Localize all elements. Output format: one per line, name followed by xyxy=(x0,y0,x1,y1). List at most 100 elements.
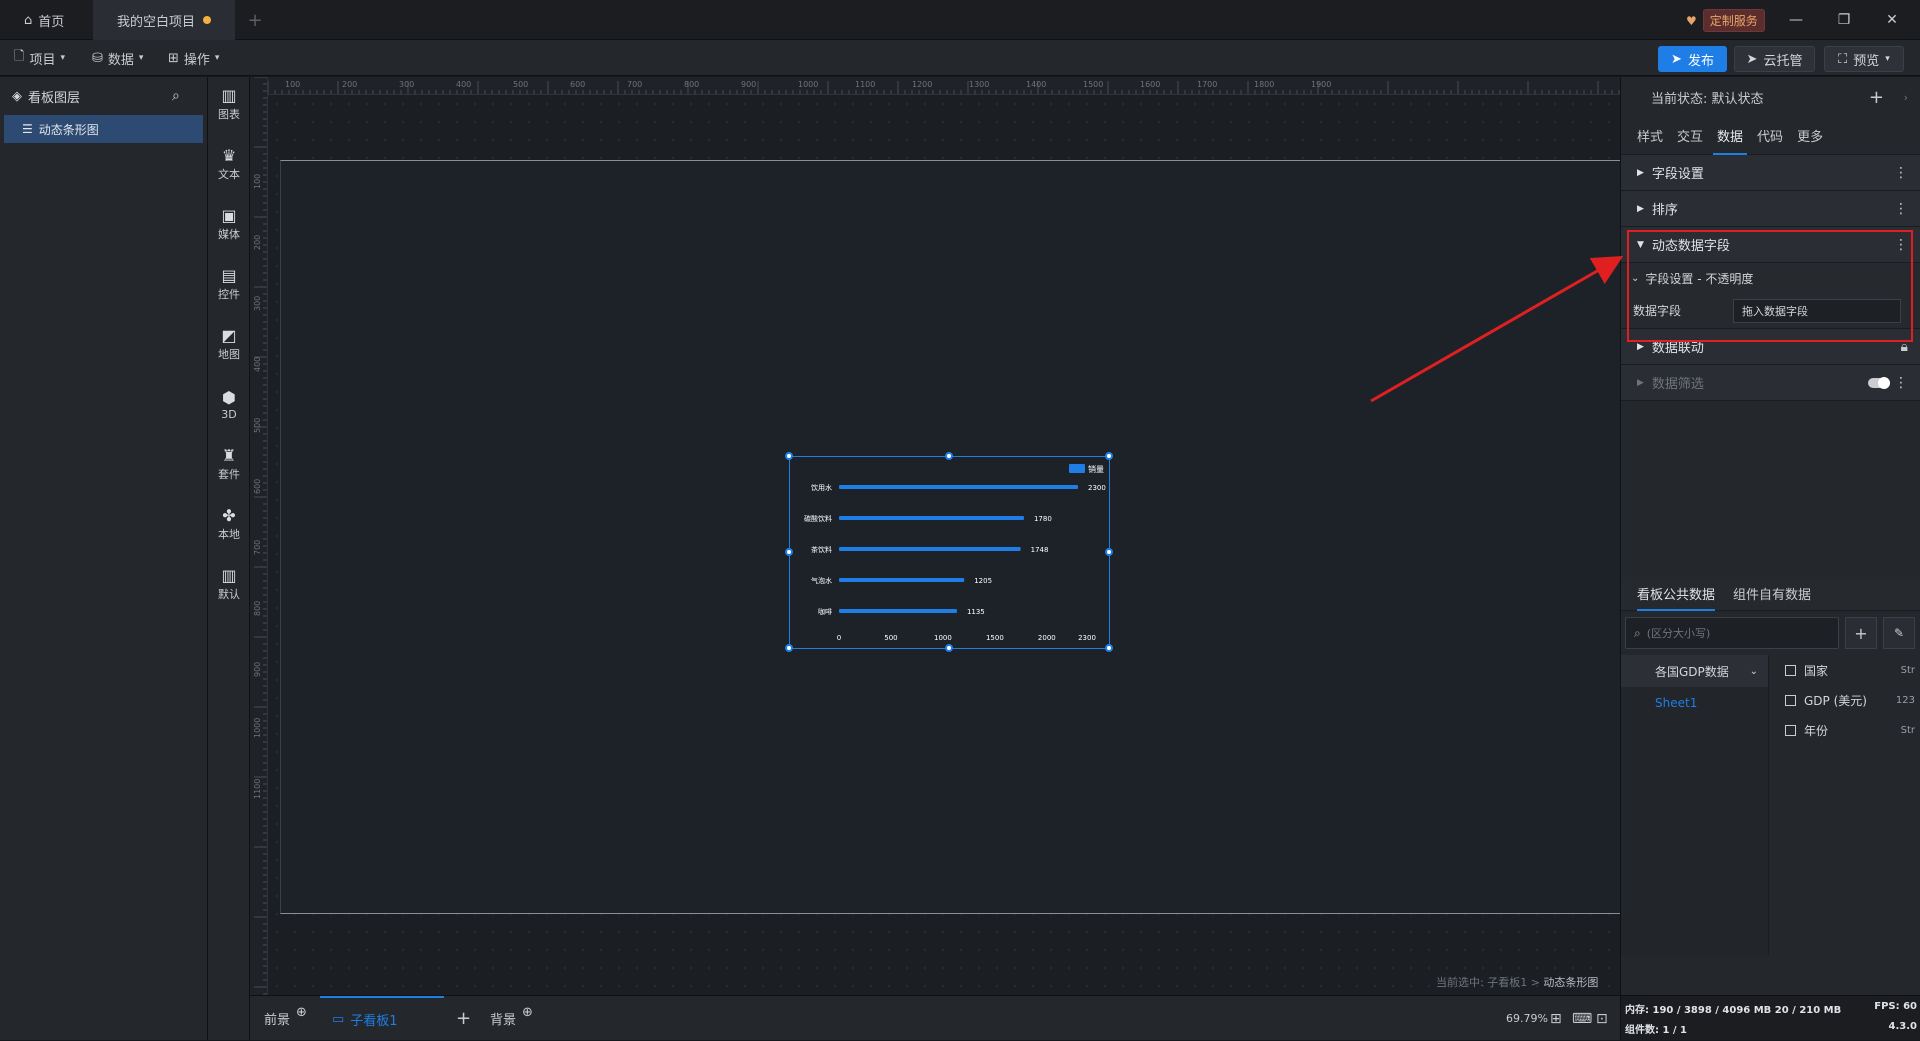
resize-handle[interactable] xyxy=(1105,548,1113,556)
legend-swatch xyxy=(1069,464,1085,473)
tab-code[interactable]: 代码 xyxy=(1757,117,1783,155)
checkbox[interactable] xyxy=(1785,724,1796,736)
dataset-label: 各国GDP数据 xyxy=(1655,664,1729,679)
edit-icon[interactable]: ✎ xyxy=(1883,617,1915,649)
comp-kit[interactable]: ♜ 套件 xyxy=(208,441,250,489)
ruler-top-svg: 100 200 300 400 500 600 700 800 900 1000 1100 1200 1… xyxy=(268,80,1620,94)
tab-project[interactable]: 我的空白项目 xyxy=(93,0,235,40)
preview-button[interactable]: ⛶ 预览 ▾ xyxy=(1824,46,1904,72)
service-badge: 定制服务 xyxy=(1702,9,1765,32)
selected-chart[interactable]: 销量 饮用水 2300 碳酸饮料 1780 茶饮料 1748 气泡水 1205 咖啡 1135 0 50… xyxy=(785,452,1113,652)
chevron-right-icon[interactable]: › xyxy=(1904,91,1908,104)
tab-public-data[interactable]: 看板公共数据 xyxy=(1637,584,1716,611)
add-board-button[interactable]: + xyxy=(456,996,471,1041)
bar xyxy=(839,485,1078,489)
menu-data[interactable]: ⛁ 数据 ▾ xyxy=(92,46,143,70)
category-label: 碳酸饮料 xyxy=(804,514,832,523)
ruler-label: 1000 xyxy=(798,80,818,89)
restore-button[interactable]: ❐ xyxy=(1824,0,1864,40)
comp-chart[interactable]: ▥ 图表 xyxy=(208,81,250,129)
checkbox[interactable] xyxy=(1785,694,1796,706)
chevron-down-icon: ▾ xyxy=(214,53,220,63)
field-list: 国家 Str GDP (美元) 123 年份 Str xyxy=(1771,655,1920,745)
checkbox[interactable] xyxy=(1785,664,1796,676)
ruler-label: 800 xyxy=(684,80,699,89)
bar-chart: 销量饮用水 2300 碳酸饮料 1780 茶饮料 1748 气泡水 1205 咖啡 1135 0 50… xyxy=(804,464,1106,642)
field-item[interactable]: GDP (美元) 123 xyxy=(1771,685,1920,715)
field-item[interactable]: 年份 Str xyxy=(1771,715,1920,745)
tab-data[interactable]: 数据 xyxy=(1713,117,1748,155)
subboard-tab[interactable]: ▭ 子看板1 xyxy=(320,996,444,1041)
comp-control[interactable]: ▤ 控件 xyxy=(208,261,250,309)
tab-style[interactable]: 样式 xyxy=(1637,117,1663,155)
search-icon[interactable]: ⌕ xyxy=(172,88,180,104)
section-field-settings-label: 字段设置 xyxy=(1651,167,1704,182)
add-state-icon[interactable]: + xyxy=(1869,87,1884,108)
layer-item[interactable]: ☰ 动态条形图 xyxy=(4,115,203,143)
resize-handle[interactable] xyxy=(1105,644,1113,652)
custom-service[interactable]: ♥ 定制服务 xyxy=(1686,9,1765,32)
puzzle-icon: ✤ xyxy=(222,506,236,525)
keyboard-icon[interactable]: ⌨ xyxy=(1572,996,1592,1041)
more-vert-icon[interactable]: ⋮ xyxy=(1894,201,1908,217)
tab-own-data[interactable]: 组件自有数据 xyxy=(1733,584,1811,603)
caret-right-icon: ▶ xyxy=(1637,203,1644,214)
home-icon: ⌂ xyxy=(24,12,33,28)
resize-handle[interactable] xyxy=(785,644,793,652)
data-label: 1205 xyxy=(974,577,992,585)
section-field-settings[interactable]: ▶ 字段设置 ⋮ xyxy=(1621,155,1920,191)
tab-more[interactable]: 更多 xyxy=(1797,117,1823,155)
field-name: 年份 xyxy=(1804,723,1829,738)
ruler-label: 1800 xyxy=(1254,80,1274,89)
ruler-label: 100 xyxy=(253,174,262,189)
fit-screen-icon[interactable]: ⊞ xyxy=(1550,996,1562,1041)
minimize-button[interactable]: — xyxy=(1776,0,1816,40)
crown-icon: ♛ xyxy=(221,146,237,165)
comp-3d[interactable]: ⬢ 3D xyxy=(208,381,250,429)
section-data-filter[interactable]: ▶ 数据筛选 ⋮ xyxy=(1621,365,1920,401)
more-vert-icon[interactable]: ⋮ xyxy=(1894,165,1908,181)
filter-toggle[interactable] xyxy=(1868,376,1890,389)
ruler-label: 700 xyxy=(253,540,262,555)
properties-panel: 当前状态: 默认状态 + › 样式 交互 数据 代码 更多 ▶ 字段设置 ⋮ ▶… xyxy=(1620,77,1920,1040)
add-circle-icon[interactable]: ⊕ xyxy=(296,1005,307,1020)
data-search-input[interactable]: ⌕ (区分大小写) xyxy=(1625,617,1839,649)
menu-project-label: 项目 xyxy=(29,52,56,68)
resize-handle[interactable] xyxy=(785,452,793,460)
sheet-item[interactable]: Sheet1 xyxy=(1621,687,1768,719)
publish-button[interactable]: ➤ 发布 xyxy=(1658,46,1727,72)
zoom-level[interactable]: 69.79% xyxy=(1506,996,1548,1041)
add-data-button[interactable]: + xyxy=(1845,617,1877,649)
ruler-label: 1400 xyxy=(1026,80,1046,89)
tab-interaction[interactable]: 交互 xyxy=(1677,117,1703,155)
comp-local[interactable]: ✤ 本地 xyxy=(208,501,250,549)
menu-project[interactable]: 🗋 项目 ▾ xyxy=(14,46,65,70)
memory-status: 内存: 190 / 3898 / 4096 MB 20 / 210 MB xyxy=(1625,1005,1842,1016)
more-vert-icon[interactable]: ⋮ xyxy=(1894,375,1908,391)
resize-handle[interactable] xyxy=(945,644,953,652)
resize-handle[interactable] xyxy=(945,452,953,460)
field-item[interactable]: 国家 Str xyxy=(1771,655,1920,685)
menu-operate[interactable]: ⊞ 操作 ▾ xyxy=(168,46,219,70)
comp-default[interactable]: ▥ 默认 xyxy=(208,561,250,609)
tab-home[interactable]: ⌂ 首页 xyxy=(0,0,93,40)
close-button[interactable]: ✕ xyxy=(1872,0,1912,40)
cloud-hosting-button[interactable]: ➤ 云托管 xyxy=(1734,46,1815,72)
comp-media[interactable]: ▣ 媒体 xyxy=(208,201,250,249)
x-tick-label: 1500 xyxy=(986,634,1004,642)
add-tab-button[interactable]: + xyxy=(240,0,270,40)
chevron-down-icon: ⌄ xyxy=(1749,665,1758,677)
resize-handle[interactable] xyxy=(1105,452,1113,460)
add-circle-icon[interactable]: ⊕ xyxy=(522,1005,533,1020)
comp-map[interactable]: ◩ 地图 xyxy=(208,321,250,369)
section-sort[interactable]: ▶ 排序 ⋮ xyxy=(1621,191,1920,227)
terminal-icon[interactable]: ⊡ xyxy=(1596,996,1608,1041)
dataset-item[interactable]: 各国GDP数据 ⌄ xyxy=(1621,655,1768,687)
resize-handle[interactable] xyxy=(785,548,793,556)
foreground-tab[interactable]: 前景 ⊕ xyxy=(264,996,307,1041)
caret-right-icon: ▶ xyxy=(1637,377,1644,388)
panel-tabs: 样式 交互 数据 代码 更多 xyxy=(1621,117,1920,155)
comp-text[interactable]: ♛ 文本 xyxy=(208,141,250,189)
background-tab[interactable]: 背景 ⊕ xyxy=(490,996,533,1041)
ruler-label: 200 xyxy=(253,235,262,250)
